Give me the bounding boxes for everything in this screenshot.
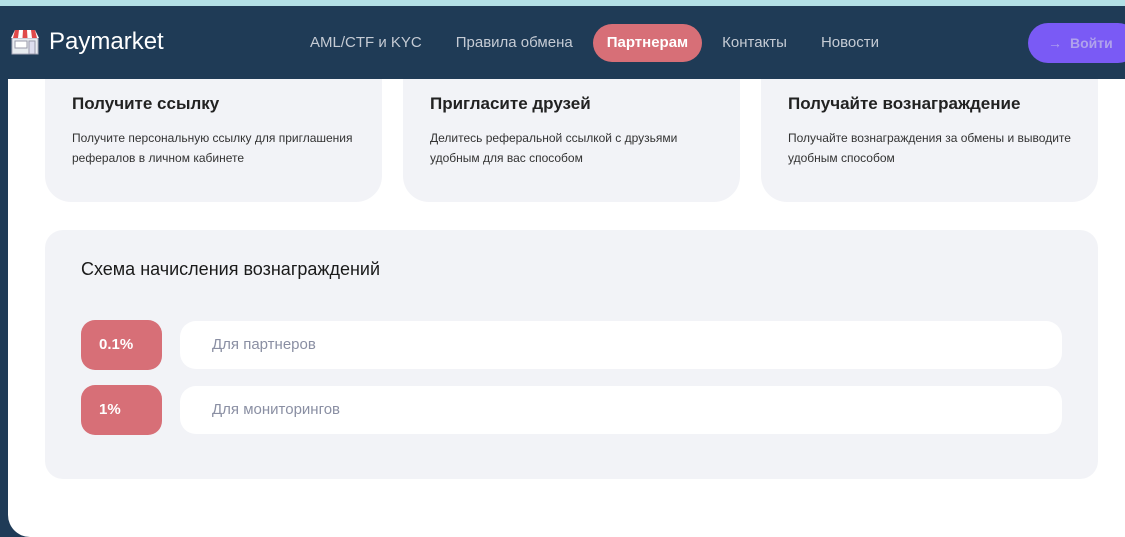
scheme-row: 1% Для мониторингов: [81, 385, 1062, 435]
sign-in-arrow-icon: →: [1048, 35, 1062, 51]
shop-icon: [11, 30, 39, 55]
rate-label: Для мониторингов: [180, 386, 1062, 434]
scheme-row: 0.1% Для партнеров: [81, 320, 1062, 370]
main-nav: AML/CTF и KYC Правила обмена Партнерам К…: [296, 24, 899, 62]
site-header: Paymarket AML/CTF и KYC Правила обмена П…: [0, 6, 1125, 79]
rate-badge: 0.1%: [81, 320, 162, 370]
rate-label: Для партнеров: [180, 321, 1062, 369]
login-label: Войти: [1070, 35, 1113, 51]
step-title: Получайте вознаграждение: [788, 94, 1021, 113]
nav-aml[interactable]: AML/CTF и KYC: [296, 24, 436, 62]
step-text: Делитесь реферальной ссылкой с друзьями …: [430, 131, 678, 165]
nav-partners[interactable]: Партнерам: [592, 24, 703, 62]
step-title: Получите ссылку: [72, 94, 220, 113]
step-text: Получите персональную ссылку для приглаш…: [72, 131, 353, 165]
nav-contacts[interactable]: Контакты: [708, 24, 801, 62]
nav-news[interactable]: Новости: [807, 24, 893, 62]
reward-scheme: Схема начисления вознаграждений 0.1% Для…: [45, 230, 1098, 479]
step-title: Пригласите друзей: [430, 94, 591, 113]
login-button[interactable]: → Войти: [1028, 23, 1125, 63]
nav-rules[interactable]: Правила обмена: [442, 24, 587, 62]
scheme-title: Схема начисления вознаграждений: [81, 259, 381, 279]
step-text: Получайте вознаграждения за обмены и выв…: [788, 131, 1071, 165]
logo[interactable]: Paymarket: [9, 28, 164, 56]
logo-text: Paymarket: [49, 28, 164, 55]
rate-badge: 1%: [81, 385, 162, 435]
